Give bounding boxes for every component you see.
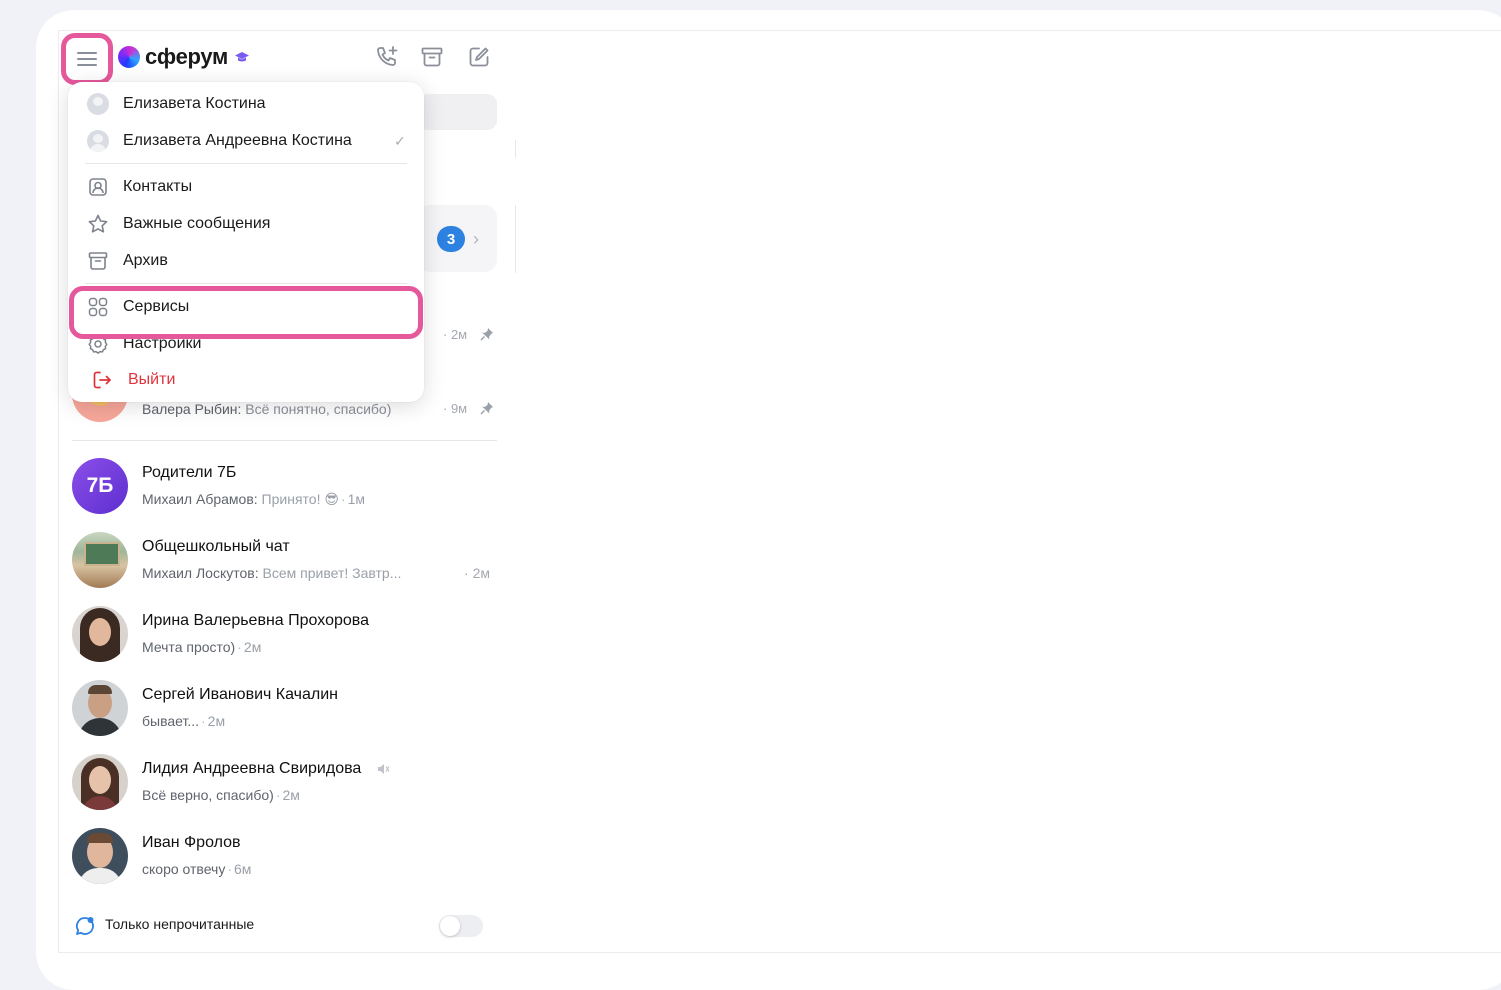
add-call-icon[interactable] — [375, 45, 399, 69]
chat-preview: Валера Рыбин: Всё понятно, спасибо) — [142, 401, 392, 417]
avatar — [87, 130, 109, 152]
menu-divider — [85, 283, 407, 284]
chat-preview: Всё верно, спасибо) · 2м — [142, 787, 300, 803]
education-cap-icon — [235, 52, 249, 62]
menu-item-label: Архив — [123, 252, 168, 269]
account-name: Елизавета Андреевна Костина — [123, 132, 352, 149]
pin-icon — [480, 328, 493, 341]
chat-preview: Михаил Лоскутов: Всем привет! Завтр... — [142, 565, 402, 581]
menu-item-logout[interactable]: Выйти — [68, 363, 424, 397]
avatar — [72, 680, 128, 736]
chat-name: Иван Фролов — [142, 834, 241, 851]
menu-item-starred[interactable]: Важные сообщения — [68, 207, 424, 241]
avatar: 7Б — [72, 458, 128, 514]
chat-preview: Мечта просто) · 2м — [142, 639, 262, 655]
contacts-icon — [89, 178, 107, 196]
logout-icon — [93, 371, 111, 389]
sferum-logo-icon — [118, 46, 140, 68]
chat-preview: Михаил Абрамов: Принято! 😎 · 1м — [142, 491, 366, 507]
chat-name: Лидия Андреевна Свиридова — [142, 760, 390, 778]
divider — [515, 205, 516, 273]
check-icon: ✓ — [394, 132, 406, 149]
account-name: Елизавета Костина — [123, 95, 266, 112]
chat-list-item[interactable]: Сергей Иванович Качалин бывает... · 2м — [72, 680, 497, 740]
chat-time: · 9м — [443, 401, 468, 416]
unread-only-label: Только непрочитанные — [105, 916, 255, 932]
avatar — [87, 93, 109, 115]
section-divider — [72, 440, 497, 441]
account-item[interactable]: Елизавета Андреевна Костина ✓ — [68, 124, 424, 158]
chat-name: Сергей Иванович Качалин — [142, 686, 338, 703]
app-name: сферум — [145, 44, 228, 69]
chat-list-item[interactable]: Лидия Андреевна Свиридова Всё верно, спа… — [72, 754, 497, 814]
divider — [515, 140, 516, 158]
menu-item-label: Контакты — [123, 178, 193, 195]
menu-divider — [85, 163, 407, 164]
unread-count-badge: 3 — [437, 226, 465, 252]
menu-item-label: Важные сообщения — [123, 215, 271, 232]
menu-item-label: Выйти — [128, 371, 176, 388]
chat-list-item[interactable]: Общешкольный чат Михаил Лоскутов: Всем п… — [72, 532, 497, 592]
app-logo: сферум — [118, 44, 250, 70]
chat-time: · 2м — [464, 565, 490, 581]
menu-item-contacts[interactable]: Контакты — [68, 170, 424, 204]
chat-preview: бывает... · 2м — [142, 713, 226, 729]
chat-list-item[interactable]: 7Б Родители 7Б Михаил Абрамов: Принято! … — [72, 458, 497, 518]
main-menu-button[interactable] — [61, 33, 113, 85]
pin-icon — [480, 402, 493, 415]
unread-only-toggle[interactable] — [439, 915, 483, 937]
chevron-right-icon: › — [473, 229, 479, 249]
unread-filter-bar: Только непрочитанные — [72, 912, 497, 940]
avatar — [72, 606, 128, 662]
chat-list-item[interactable]: Ирина Валерьевна Прохорова Мечта просто)… — [72, 606, 497, 666]
services-highlight — [69, 286, 423, 339]
menu-item-archive[interactable]: Архив — [68, 244, 424, 278]
chat-name: Ирина Валерьевна Прохорова — [142, 612, 369, 629]
chat-name: Родители 7Б — [142, 464, 237, 481]
star-icon — [88, 214, 108, 233]
archive-icon — [88, 252, 108, 270]
account-item[interactable]: Елизавета Костина — [68, 87, 424, 121]
search-field-background[interactable] — [418, 94, 497, 130]
archive-icon[interactable] — [420, 45, 444, 69]
hamburger-icon — [77, 52, 97, 66]
avatar — [72, 828, 128, 884]
muted-icon — [377, 763, 390, 774]
main-menu-dropdown: Елизавета Костина Елизавета Андреевна Ко… — [68, 82, 424, 402]
chat-list-item[interactable]: Иван Фролов скоро отвечу · 6м — [72, 828, 497, 888]
chat-preview: скоро отвечу · 6м — [142, 861, 252, 877]
chat-bubble-icon — [75, 917, 94, 935]
avatar — [72, 532, 128, 588]
chat-time: · 2м — [443, 327, 468, 342]
avatar — [72, 754, 128, 810]
chat-name: Общешкольный чат — [142, 538, 290, 555]
compose-icon[interactable] — [467, 45, 491, 69]
toggle-knob — [440, 916, 460, 936]
